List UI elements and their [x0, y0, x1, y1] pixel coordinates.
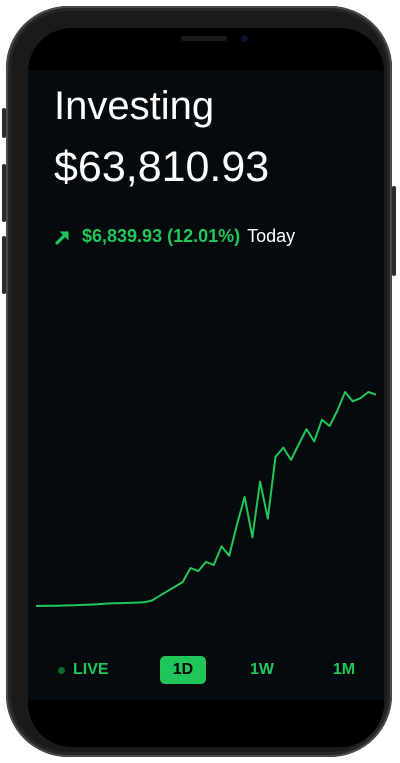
- time-range-selector: LIVE 1D 1W 1M: [28, 650, 384, 690]
- front-camera: [241, 35, 248, 42]
- volume-up-button: [2, 164, 6, 222]
- screen: Investing $63,810.93 $6,839.93 (12.01%) …: [28, 28, 384, 747]
- page-title: Investing: [54, 84, 215, 128]
- volume-down-button: [2, 236, 6, 294]
- portfolio-balance: $63,810.93: [54, 143, 270, 191]
- range-live-label: LIVE: [73, 661, 109, 678]
- range-live-button[interactable]: LIVE: [58, 656, 120, 684]
- portfolio-chart[interactable]: [28, 388, 384, 628]
- power-button: [392, 186, 396, 276]
- portfolio-line: [35, 391, 377, 607]
- daily-change-row: $6,839.93 (12.01%) Today: [54, 226, 295, 247]
- silent-switch: [2, 108, 6, 138]
- notch: [113, 28, 299, 56]
- daily-change-value: $6,839.93 (12.01%): [82, 226, 241, 246]
- phone-frame: Investing $63,810.93 $6,839.93 (12.01%) …: [2, 6, 396, 757]
- range-1m-button[interactable]: 1M: [322, 656, 366, 684]
- speaker-grille: [181, 36, 227, 41]
- bottom-bezel: [28, 700, 384, 747]
- range-1w-button[interactable]: 1W: [240, 656, 284, 684]
- range-1d-button[interactable]: 1D: [160, 656, 206, 684]
- live-dot-icon: [58, 666, 65, 674]
- change-period-label: Today: [247, 226, 296, 246]
- arrow-up-right-icon: [55, 230, 69, 245]
